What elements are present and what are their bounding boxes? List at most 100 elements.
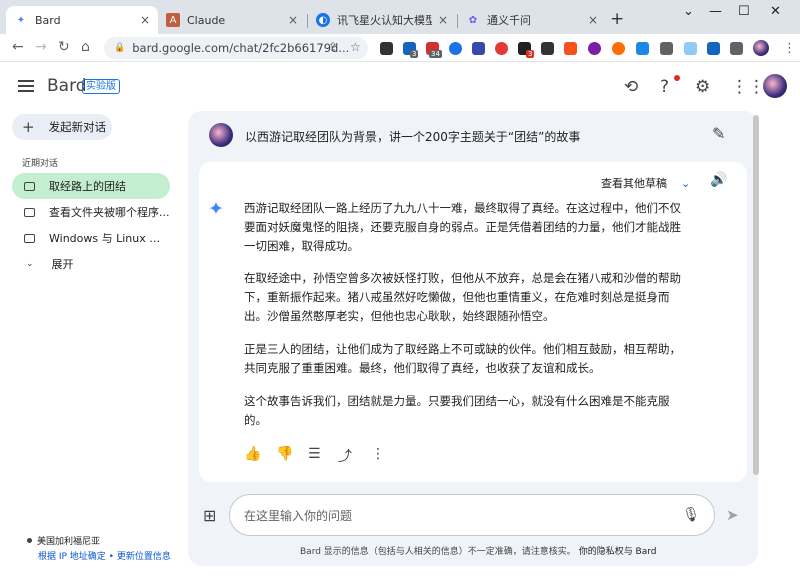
microphone-icon[interactable]: 🎙 — [682, 507, 700, 523]
tab-tongyi[interactable]: ✿ 通义千问 × — [458, 6, 606, 34]
response-card: 查看其他草稿 ⌄ 🔊 ✦ 西游记取经团队一路上经历了九九八十一难，最终取得了真经… — [199, 162, 747, 482]
bard-sparkle-icon: ✦ — [208, 198, 224, 220]
tab-close-icon[interactable]: × — [588, 13, 598, 27]
extension-icon[interactable] — [449, 42, 462, 55]
forward-icon[interactable]: → — [35, 39, 47, 55]
extension-badge: 3 — [410, 50, 419, 58]
bard-app: Bard 实验版 ⟲ ? ⚙ ⋮⋮ + 发起新对话 近期对话 取经路上的团结 查… — [0, 63, 800, 582]
tab-close-icon[interactable]: × — [140, 13, 150, 27]
back-icon[interactable]: ← — [12, 39, 24, 55]
claude-icon: A — [166, 13, 180, 27]
response-paragraph: 这个故事告诉我们，团结就是力量。只要我们团结一心，就没有什么困难是不能克服的。 — [244, 394, 670, 427]
tab-title: 讯飞星火认知大模型-AI大 — [337, 14, 432, 27]
chat-item[interactable]: 取经路上的团结 — [12, 173, 170, 199]
tab-bard[interactable]: ✦ Bard × — [6, 6, 158, 34]
recent-chats-heading: 近期对话 — [22, 159, 59, 169]
speaker-icon[interactable]: 🔊 — [710, 172, 727, 188]
browser-menu-icon[interactable]: ⋮ — [783, 41, 796, 56]
hamburger-menu-icon[interactable] — [18, 80, 34, 92]
tab-claude[interactable]: A Claude × — [158, 6, 306, 34]
extension-icon[interactable] — [588, 42, 601, 55]
update-location-link[interactable]: 根据 IP 地址确定 • 更新位置信息 — [38, 549, 171, 562]
extension-icon[interactable] — [380, 42, 393, 55]
prompt-input[interactable]: 在这里输入你的问题 🎙 — [229, 494, 715, 536]
location-text: 美国加利福尼亚 — [27, 534, 100, 547]
browser-toolbar: ← → ↻ ⌂ 🔒 bard.google.com/chat/2fc2b6617… — [0, 34, 800, 62]
extension-badge: 34 — [429, 50, 442, 58]
extension-icon[interactable] — [541, 42, 554, 55]
profile-avatar[interactable] — [753, 40, 769, 56]
apps-grid-icon[interactable]: ⋮⋮ — [731, 77, 765, 97]
disclaimer-footer: Bard 显示的信息（包括与人相关的信息）不一定准确，请注意核实。 你的隐私权与… — [300, 544, 657, 557]
home-icon[interactable]: ⌂ — [81, 39, 90, 55]
extension-icon[interactable] — [472, 42, 485, 55]
shield-icon[interactable] — [707, 42, 720, 55]
help-icon[interactable]: ? — [660, 77, 669, 97]
new-tab-button[interactable]: + — [610, 9, 624, 29]
tongyi-icon: ✿ — [468, 14, 478, 26]
thumbs-up-icon[interactable]: 👍 — [244, 446, 261, 462]
puzzle-icon[interactable] — [730, 42, 743, 55]
notification-dot — [674, 75, 680, 81]
location-name: 美国加利福尼亚 — [37, 537, 101, 547]
composer: ⊞ 在这里输入你的问题 🎙 ➤ — [188, 490, 758, 540]
plus-icon: + — [22, 118, 35, 136]
edit-pencil-icon[interactable]: ✎ — [712, 124, 725, 143]
tab-title: Bard — [35, 13, 61, 27]
chat-item-label: Windows 与 Linux 的 ... — [49, 232, 170, 245]
chat-bubble-icon — [24, 207, 35, 217]
expand-chats-button[interactable]: ⌄ 展开 — [12, 253, 74, 275]
extension-icon[interactable] — [564, 42, 577, 55]
xunfei-icon: ◐ — [316, 13, 330, 27]
response-paragraph: 正是三人的团结，让他们成为了取经路上不可或缺的伙伴。他们相互鼓励，相互帮助，共同… — [244, 342, 681, 375]
privacy-link[interactable]: 你的隐私权与 Bard — [579, 547, 657, 557]
modify-response-icon[interactable]: ☰ — [308, 446, 321, 462]
history-icon[interactable]: ⟲ — [624, 77, 638, 97]
bookmark-star-icon[interactable]: ☆ — [350, 40, 361, 54]
extension-icon[interactable] — [636, 42, 649, 55]
share-icon[interactable]: ⤴ — [338, 446, 352, 466]
chat-item-label: 查看文件夹被哪个程序... — [49, 206, 170, 219]
view-drafts-button[interactable]: 查看其他草稿 ⌄ — [601, 175, 690, 191]
tab-title: Claude — [187, 13, 226, 27]
response-paragraph: 西游记取经团队一路上经历了九九八十一难，最终取得了真经。在这过程中，他们不仅要面… — [244, 201, 681, 253]
chat-bubble-icon — [24, 181, 35, 191]
chat-item[interactable]: Windows 与 Linux 的 ... — [12, 225, 170, 251]
prompt-placeholder: 在这里输入你的问题 — [244, 508, 353, 523]
account-avatar[interactable] — [763, 74, 787, 98]
extension-icon[interactable] — [495, 42, 508, 55]
conversation-scrollbar[interactable] — [753, 115, 759, 475]
chevron-down-icon: ⌄ — [681, 176, 691, 190]
lock-icon: 🔒 — [114, 43, 126, 53]
upload-image-icon[interactable]: ⊞ — [203, 506, 216, 525]
firefox-extension-icon[interactable] — [612, 42, 625, 55]
tab-close-icon[interactable]: × — [288, 13, 298, 27]
close-window-button[interactable]: ✕ — [770, 4, 781, 19]
send-icon[interactable]: ➤ — [726, 506, 739, 524]
chevron-down-icon: ⌄ — [26, 259, 34, 269]
share-icon[interactable]: ⇪ — [328, 40, 338, 54]
expand-label: 展开 — [51, 258, 74, 271]
response-paragraph: 在取经途中，孙悟空曾多次被妖怪打败，但他从不放弃，总是会在猪八戒和沙僧的帮助下，… — [244, 271, 681, 323]
chat-item-label: 取经路上的团结 — [49, 180, 126, 193]
thumbs-down-icon[interactable]: 👎 — [276, 446, 293, 462]
experiment-badge: 实验版 — [82, 79, 120, 94]
chat-item[interactable]: 查看文件夹被哪个程序... — [12, 199, 170, 225]
tab-xunfei[interactable]: ◐ 讯飞星火认知大模型-AI大 × — [308, 6, 456, 34]
more-options-icon[interactable]: ⋮ — [371, 446, 385, 462]
extension-icon[interactable] — [684, 42, 697, 55]
download-icon[interactable] — [660, 42, 673, 55]
tab-search-icon[interactable]: ⌄ — [683, 4, 694, 19]
maximize-button[interactable]: ☐ — [738, 4, 750, 19]
bard-sparkle-icon: ✦ — [16, 14, 26, 26]
tab-title: 通义千问 — [487, 14, 531, 27]
reload-icon[interactable]: ↻ — [58, 39, 70, 55]
minimize-button[interactable]: — — [709, 4, 722, 19]
browser-tab-strip: ✦ Bard × A Claude × ◐ 讯飞星火认知大模型-AI大 × ✿ … — [0, 0, 800, 34]
tab-close-icon[interactable]: × — [438, 13, 448, 27]
chat-bubble-icon — [24, 233, 35, 243]
new-chat-label: 发起新对话 — [48, 120, 107, 134]
settings-icon[interactable]: ⚙ — [695, 77, 710, 97]
user-avatar — [209, 123, 233, 147]
new-chat-button[interactable]: + 发起新对话 — [12, 114, 112, 140]
